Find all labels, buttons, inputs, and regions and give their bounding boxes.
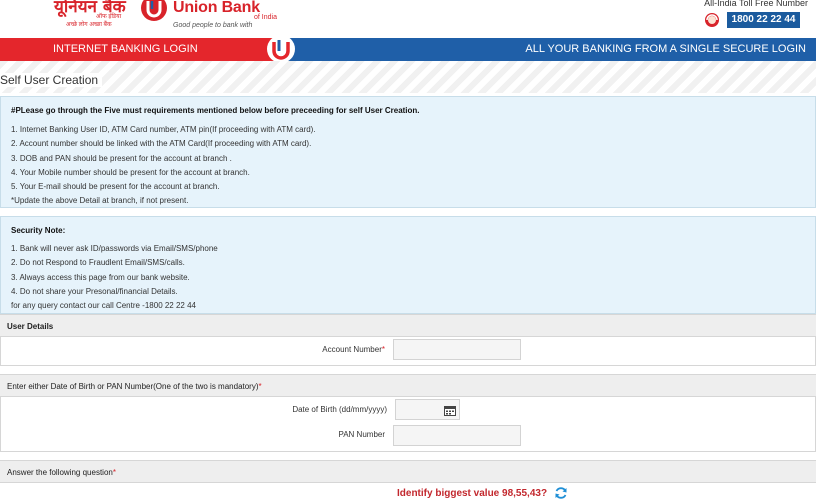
account-number-input[interactable] [393, 339, 521, 360]
decorative-pattern [0, 61, 816, 93]
logo-english-text: Union Bank [173, 0, 260, 16]
logo-english-sub: of India [254, 14, 277, 21]
banner-left: INTERNET BANKING LOGIN [0, 38, 280, 61]
call-centre-agent-icon [705, 13, 719, 27]
account-number-row: Account Number* [0, 337, 816, 366]
page-title: Self User Creation [0, 73, 103, 87]
security-item: 3. Always access this page from our bank… [11, 273, 190, 282]
banner-right: ALL YOUR BANKING FROM A SINGLE SECURE LO… [280, 38, 816, 61]
security-item: 1. Bank will never ask ID/passwords via … [11, 244, 218, 253]
requirements-box: #PLease go through the Five must require… [0, 96, 816, 208]
union-bank-logo-icon [141, 0, 167, 21]
calendar-icon[interactable] [444, 405, 456, 416]
logo-hindi-sub: ऑफ इंडिया [96, 14, 122, 20]
internet-banking-login-label: INTERNET BANKING LOGIN [53, 43, 198, 55]
security-contact-line: for any query contact our call Centre -1… [11, 301, 196, 310]
requirement-item: 5. Your E-mail should be present for the… [11, 182, 220, 191]
logo-hindi-tagline: अच्छे लोग अच्छा बैंक [66, 22, 112, 28]
refresh-icon[interactable] [554, 486, 568, 500]
captcha-question: Identify biggest value 98,55,43? [397, 488, 548, 499]
pan-label: PAN Number [338, 430, 385, 439]
dob-pan-heading: Enter either Date of Birth or PAN Number… [7, 382, 262, 391]
requirement-note: *Update the above Detail at branch, if n… [11, 196, 189, 205]
pan-input[interactable] [393, 425, 521, 446]
security-item: 2. Do not Respond to Fraudlent Email/SMS… [11, 258, 185, 267]
toll-free-label: All-India Toll Free Number [704, 0, 808, 8]
security-item: 4. Do not share your Presonal/financial … [11, 287, 178, 296]
user-details-header: User Details [0, 314, 816, 337]
user-details-heading: User Details [7, 322, 54, 331]
account-number-label: Account Number* [322, 345, 385, 354]
requirement-item: 1. Internet Banking User ID, ATM Card nu… [11, 125, 316, 134]
banner-slogan: ALL YOUR BANKING FROM A SINGLE SECURE LO… [525, 43, 806, 55]
question-header: Answer the following question* [0, 460, 816, 483]
question-heading: Answer the following question* [7, 468, 116, 477]
security-note-heading: Security Note: [11, 226, 66, 235]
toll-free-number: 1800 22 22 44 [727, 12, 800, 28]
login-banner: INTERNET BANKING LOGIN ALL YOUR BANKING … [0, 35, 816, 63]
requirement-item: 4. Your Mobile number should be present … [11, 168, 250, 177]
dob-label: Date of Birth (dd/mm/yyyy) [292, 405, 387, 414]
logo-tagline: Good people to bank with [173, 22, 253, 29]
dob-pan-block: Date of Birth (dd/mm/yyyy) PAN Number [0, 397, 816, 452]
requirements-heading: #PLease go through the Five must require… [11, 106, 420, 115]
requirement-item: 3. DOB and PAN should be present for the… [11, 154, 232, 163]
requirement-item: 2. Account number should be linked with … [11, 139, 312, 148]
top-header: यूनियन बैंक ऑफ इंडिया अच्छे लोग अच्छा बै… [0, 0, 816, 38]
dob-pan-header: Enter either Date of Birth or PAN Number… [0, 374, 816, 397]
security-note-box: Security Note: 1. Bank will never ask ID… [0, 216, 816, 314]
union-bank-emblem-icon [267, 35, 295, 63]
